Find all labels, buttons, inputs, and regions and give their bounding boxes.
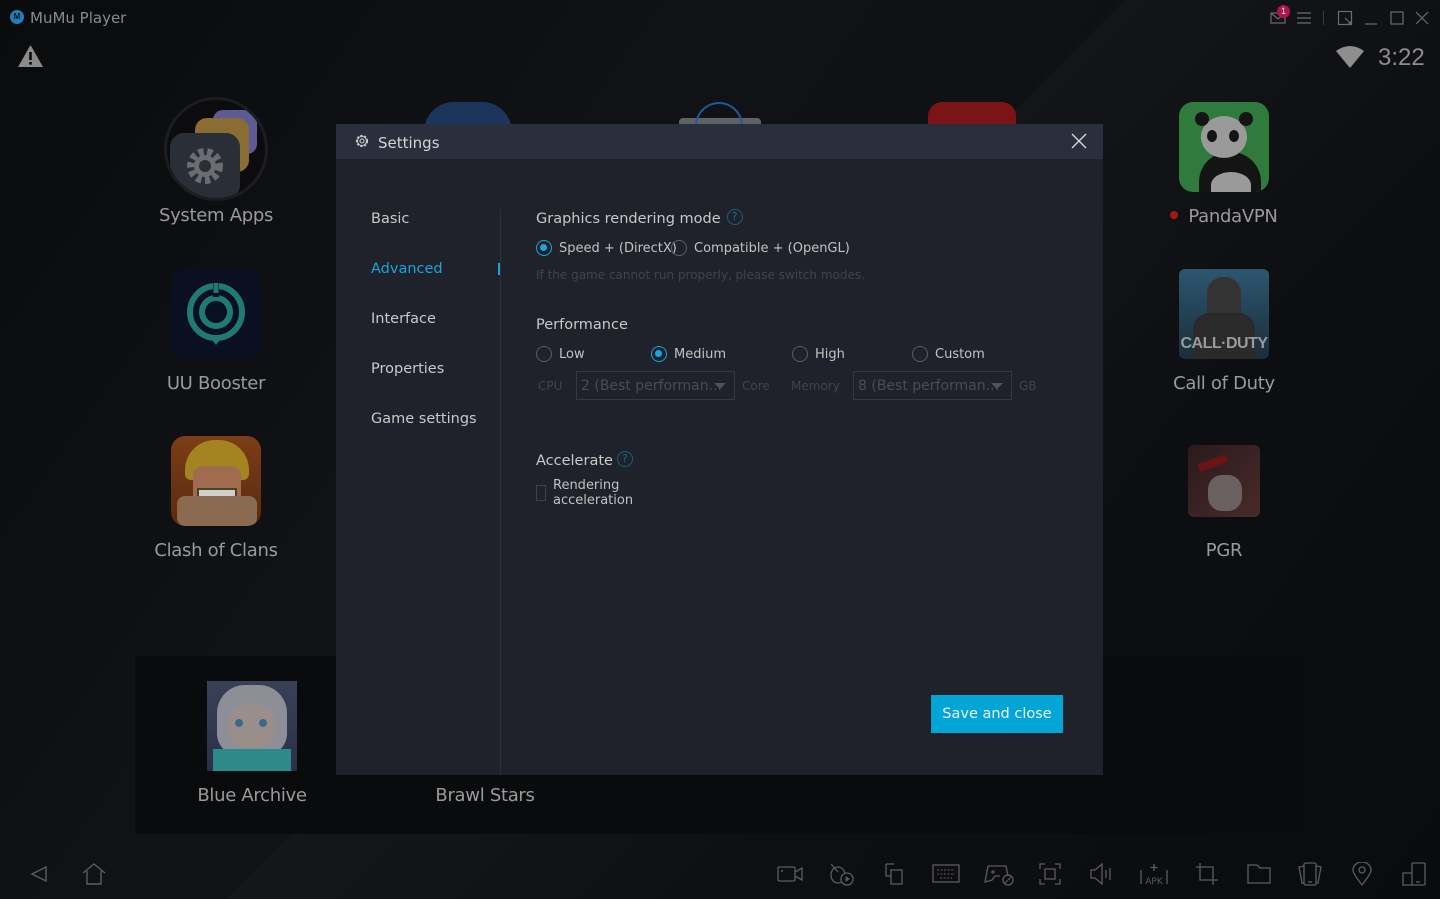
blue-archive-icon bbox=[207, 681, 297, 771]
settings-nav: Basic Advanced Interface Properties Game… bbox=[336, 159, 501, 775]
chevron-down-icon bbox=[714, 383, 726, 389]
accelerate-section-title: Accelerate? bbox=[536, 451, 633, 469]
app-label: Clash of Clans bbox=[154, 540, 278, 561]
app-pgr[interactable]: PGR bbox=[1154, 445, 1294, 561]
bottom-toolbar: APK bbox=[0, 850, 1440, 899]
app-label: Brawl Stars bbox=[435, 785, 535, 806]
gamepad-icon[interactable] bbox=[984, 862, 1014, 886]
svg-text:APK: APK bbox=[1145, 877, 1164, 886]
app-label: Call of Duty bbox=[1173, 373, 1275, 394]
resize-icon[interactable] bbox=[1335, 8, 1355, 28]
app-label: PandaVPN bbox=[1154, 206, 1294, 227]
nav-game-settings[interactable]: Game settings bbox=[371, 411, 477, 427]
system-apps-icon bbox=[164, 97, 268, 201]
nav-divider bbox=[500, 209, 501, 775]
radio-performance-custom[interactable]: Custom bbox=[912, 346, 985, 362]
settings-title: Settings bbox=[378, 134, 440, 152]
app-label: System Apps bbox=[158, 205, 274, 226]
settings-dialog: Settings Basic Advanced Interface Proper… bbox=[336, 124, 1103, 775]
operation-record-icon[interactable] bbox=[828, 862, 856, 886]
title-separator bbox=[1323, 11, 1324, 25]
radio-circle bbox=[651, 346, 667, 362]
back-icon[interactable] bbox=[26, 862, 54, 886]
performance-section-title: Performance bbox=[536, 317, 628, 333]
nav-interface[interactable]: Interface bbox=[371, 311, 436, 327]
install-apk-icon[interactable]: APK bbox=[1139, 862, 1168, 887]
video-record-icon[interactable] bbox=[776, 862, 804, 886]
graphics-help-icon[interactable]: ? bbox=[726, 209, 743, 225]
home-icon[interactable] bbox=[80, 862, 108, 886]
app-system-apps[interactable]: System Apps bbox=[146, 97, 286, 226]
radio-compatible-opengl[interactable]: Compatible + (OpenGL) bbox=[671, 240, 850, 256]
app-uu-booster[interactable]: UU Booster bbox=[146, 269, 286, 394]
graphics-section-title: Graphics rendering mode? bbox=[536, 209, 743, 227]
radio-circle bbox=[671, 240, 687, 256]
app-clash-of-clans[interactable]: Clash of Clans bbox=[146, 436, 286, 561]
save-and-close-button[interactable]: Save and close bbox=[931, 695, 1063, 733]
app-pandavpn[interactable]: PandaVPN bbox=[1154, 102, 1294, 227]
app-label: Blue Archive bbox=[197, 785, 307, 806]
rotate-icon[interactable] bbox=[1400, 862, 1428, 886]
app-label: PGR bbox=[1205, 540, 1243, 561]
status-clock: 3:22 bbox=[1378, 44, 1425, 71]
nav-advanced[interactable]: Advanced bbox=[371, 261, 443, 277]
memory-label: Memory bbox=[791, 379, 840, 393]
keyboard-icon[interactable] bbox=[932, 862, 960, 886]
cpu-unit: Core bbox=[742, 379, 770, 393]
close-icon[interactable] bbox=[1412, 8, 1432, 28]
chevron-down-icon bbox=[991, 383, 1003, 389]
radio-performance-low[interactable]: Low bbox=[536, 346, 585, 362]
graphics-hint: If the game cannot run properly, please … bbox=[536, 268, 865, 282]
uu-booster-icon bbox=[171, 269, 261, 359]
app-label: UU Booster bbox=[166, 373, 266, 394]
pgr-icon bbox=[1188, 445, 1260, 517]
radio-circle bbox=[792, 346, 808, 362]
settings-close-icon[interactable] bbox=[1071, 133, 1087, 149]
checkbox-box bbox=[536, 485, 546, 501]
notification-badge: 1 bbox=[1277, 5, 1290, 18]
crop-icon[interactable] bbox=[1193, 862, 1221, 886]
radio-circle bbox=[912, 346, 928, 362]
cpu-select[interactable]: 2 (Best performan... bbox=[576, 371, 735, 400]
wifi-icon bbox=[1335, 45, 1365, 74]
mumu-logo-icon: M bbox=[10, 10, 24, 24]
nav-properties[interactable]: Properties bbox=[371, 361, 444, 377]
nav-basic[interactable]: Basic bbox=[371, 211, 409, 227]
radio-circle bbox=[536, 240, 552, 256]
app-call-of-duty[interactable]: CALL·DUTY Call of Duty bbox=[1154, 269, 1294, 394]
radio-performance-high[interactable]: High bbox=[792, 346, 845, 362]
maximize-icon[interactable] bbox=[1387, 8, 1407, 28]
location-icon[interactable] bbox=[1348, 861, 1376, 887]
volume-icon[interactable] bbox=[1088, 862, 1116, 886]
warning-icon[interactable] bbox=[17, 44, 44, 73]
memory-select[interactable]: 8 (Best performan... bbox=[853, 371, 1012, 400]
title-bar: M MuMu Player 1 bbox=[0, 0, 1440, 36]
clash-of-clans-icon bbox=[171, 436, 261, 526]
radio-circle bbox=[536, 346, 552, 362]
memory-unit: GB bbox=[1019, 379, 1037, 393]
accelerate-help-icon[interactable]: ? bbox=[616, 451, 633, 467]
settings-gear-icon bbox=[354, 133, 370, 154]
new-app-dot bbox=[1170, 211, 1179, 219]
window-title: MuMu Player bbox=[30, 9, 127, 27]
minimize-icon[interactable] bbox=[1361, 8, 1381, 28]
multi-instance-icon[interactable] bbox=[881, 862, 909, 886]
shake-icon[interactable] bbox=[1296, 862, 1324, 886]
cpu-label: CPU bbox=[538, 379, 563, 393]
radio-speed-directx[interactable]: Speed + (DirectX) bbox=[536, 240, 677, 256]
rendering-acceleration-checkbox[interactable]: Rendering acceleration bbox=[536, 478, 639, 508]
call-of-duty-icon: CALL·DUTY bbox=[1179, 269, 1269, 359]
menu-icon[interactable] bbox=[1294, 8, 1314, 28]
folder-icon[interactable] bbox=[1245, 862, 1273, 886]
settings-header: Settings bbox=[336, 124, 1103, 159]
app-blue-archive[interactable]: Blue Archive bbox=[182, 681, 322, 806]
radio-performance-medium[interactable]: Medium bbox=[651, 346, 726, 362]
screenshot-icon[interactable] bbox=[1036, 862, 1064, 886]
pandavpn-icon bbox=[1179, 102, 1269, 192]
